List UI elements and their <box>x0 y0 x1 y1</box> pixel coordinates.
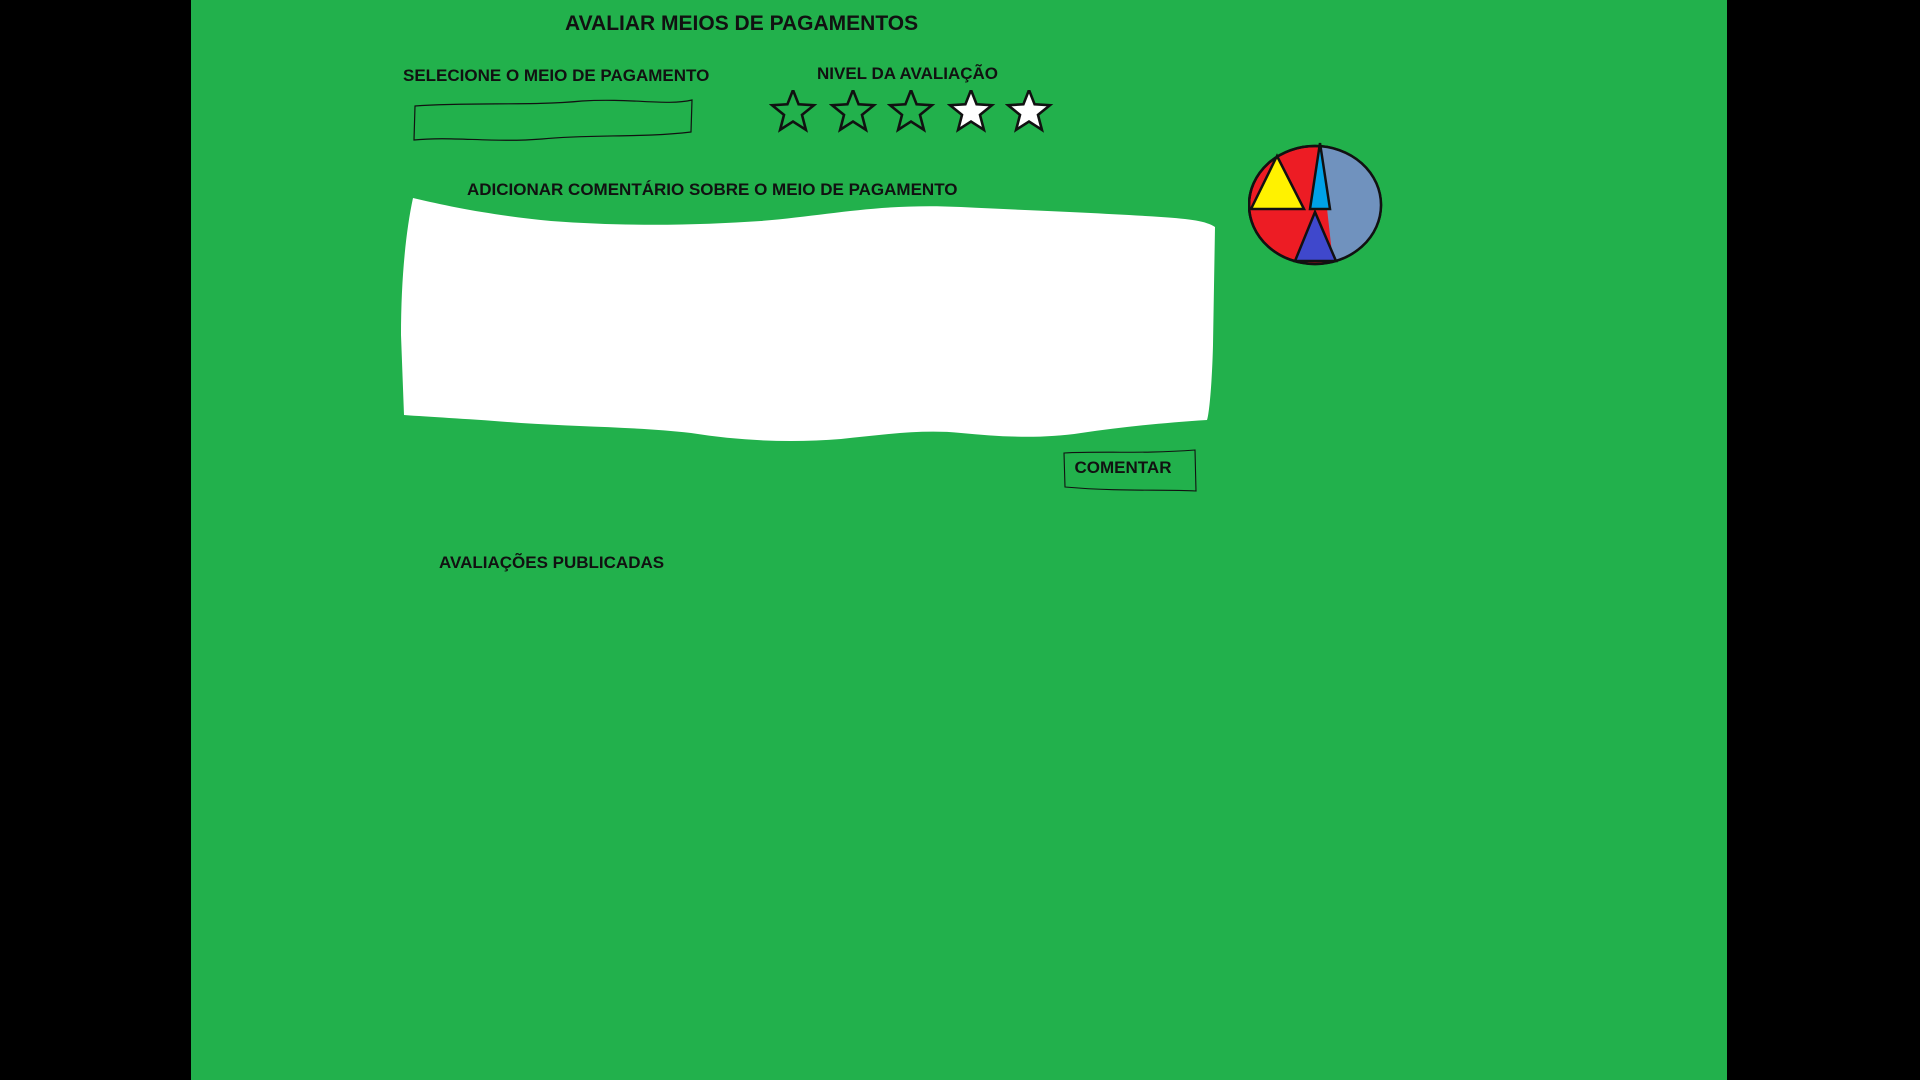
rating-star-4-icon[interactable] <box>946 86 999 134</box>
payment-method-select[interactable] <box>412 92 694 146</box>
comment-box <box>401 195 1217 445</box>
comment-textarea[interactable] <box>431 231 1191 413</box>
rating-star-1-icon[interactable] <box>768 86 821 134</box>
comment-button[interactable]: COMENTAR <box>1062 448 1198 494</box>
payment-method-label: SELECIONE O MEIO DE PAGAMENTO <box>403 66 710 85</box>
pie-logo-icon <box>1247 140 1388 270</box>
published-reviews-label: AVALIAÇÕES PUBLICADAS <box>439 553 665 572</box>
rating-star-5-icon[interactable] <box>1004 86 1057 134</box>
comment-button-label: COMENTAR <box>1074 458 1172 477</box>
rating-star-2-icon[interactable] <box>828 86 881 134</box>
rating-star-3-icon[interactable] <box>886 86 939 134</box>
payment-method-select-outline <box>413 99 693 141</box>
rating-label: NIVEL DA AVALIAÇÃO <box>817 64 999 83</box>
page-title: AVALIAR MEIOS DE PAGAMENTOS <box>565 12 919 35</box>
main-canvas: AVALIAR MEIOS DE PAGAMENTOS SELECIONE O … <box>191 0 1727 1080</box>
